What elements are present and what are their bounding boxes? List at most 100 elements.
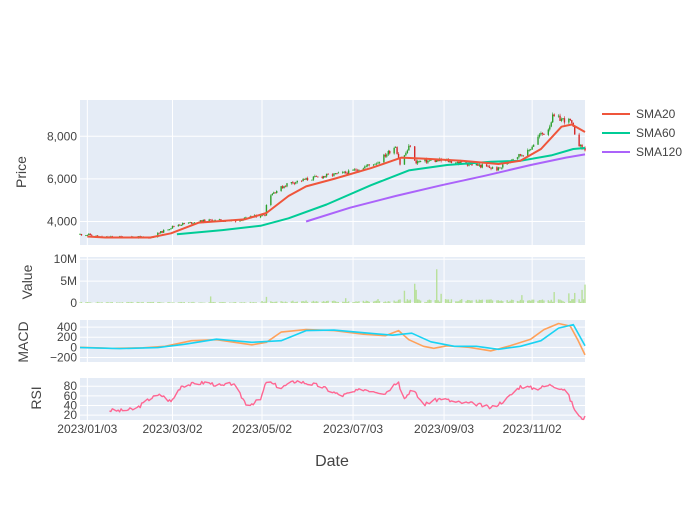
candle-body	[417, 161, 418, 163]
rsi-y-tick-label: 80	[64, 379, 78, 393]
candle-body	[540, 133, 541, 134]
volume-bar	[90, 302, 91, 303]
candle-body	[316, 176, 317, 177]
candle-body	[574, 127, 575, 135]
candle-body	[184, 223, 185, 224]
legend[interactable]: SMA20 SMA60 SMA120	[602, 107, 682, 159]
candle-body	[373, 165, 374, 166]
candle-body	[553, 114, 554, 116]
volume-bar	[367, 301, 368, 303]
volume-bar	[222, 302, 223, 303]
candle-body	[512, 159, 513, 160]
volume-bar	[266, 297, 267, 303]
volume-bar	[408, 300, 409, 303]
volume-bar	[263, 302, 264, 303]
volume-bar	[160, 302, 161, 303]
volume-bar	[192, 302, 193, 303]
volume-bar	[317, 302, 318, 303]
volume-bar	[581, 290, 582, 303]
macd-panel[interactable]: −2000200400 MACD	[15, 320, 585, 364]
candle-body	[562, 118, 563, 119]
volume-bar	[429, 300, 430, 303]
volume-bar	[219, 302, 220, 303]
candle-body	[181, 225, 182, 226]
volume-bar	[580, 302, 581, 303]
candle-body	[355, 169, 356, 170]
candle-body	[280, 186, 281, 191]
rsi-panel[interactable]: 20406080 RSI	[28, 378, 585, 422]
volume-axis-title: Value	[19, 264, 35, 299]
volume-bar	[455, 301, 456, 303]
volume-bar	[292, 301, 293, 303]
candle-body	[383, 155, 384, 163]
volume-bar	[465, 301, 466, 303]
legend-label-sma60: SMA60	[636, 126, 676, 140]
volume-bar	[147, 302, 148, 303]
volume-bar	[540, 300, 541, 303]
volume-bar	[549, 301, 550, 303]
candle-body	[295, 182, 296, 184]
candle-body	[335, 173, 336, 174]
volume-bar	[285, 302, 286, 303]
volume-bar	[418, 300, 419, 303]
legend-item-sma120[interactable]: SMA120	[602, 145, 682, 159]
volume-bar	[486, 300, 487, 303]
volume-bar	[573, 299, 574, 303]
volume-bar	[235, 302, 236, 303]
volume-panel[interactable]: 05M10M Value	[19, 252, 586, 310]
price-panel[interactable]: 4,0006,0008,000 Price	[13, 100, 586, 245]
volume-bar	[316, 301, 317, 303]
candle-body	[543, 134, 544, 135]
candle-body	[408, 146, 409, 151]
legend-label-sma120: SMA120	[636, 145, 682, 159]
candle-body	[430, 160, 431, 161]
candle-body	[282, 186, 283, 188]
volume-bar	[150, 302, 151, 303]
candle-body	[580, 145, 581, 146]
candle-body	[518, 154, 519, 157]
volume-bar	[570, 301, 571, 303]
volume-bar	[451, 299, 452, 303]
volume-bar	[499, 301, 500, 303]
candle-body	[345, 172, 346, 173]
candle-body	[496, 167, 497, 170]
volume-bar	[395, 302, 396, 303]
volume-bar	[373, 302, 374, 303]
volume-bar	[225, 302, 226, 303]
candle-body	[307, 178, 308, 180]
candle-body	[210, 219, 211, 220]
candle-body	[172, 226, 173, 228]
volume-bar	[508, 302, 509, 303]
volume-bar	[98, 302, 99, 303]
candle-body	[530, 149, 531, 150]
legend-item-sma20[interactable]: SMA20	[602, 107, 676, 121]
volume-bar	[517, 301, 518, 303]
volume-bar	[460, 300, 461, 303]
legend-item-sma60[interactable]: SMA60	[602, 126, 676, 140]
volume-bar	[270, 301, 271, 303]
volume-bar	[213, 302, 214, 303]
volume-bar	[374, 301, 375, 303]
candle-body	[379, 162, 380, 163]
candle-body	[314, 176, 315, 177]
volume-bar	[313, 301, 314, 303]
volume-bar	[388, 301, 389, 303]
candle-body	[482, 164, 483, 167]
volume-bar	[427, 300, 428, 303]
price-axis-title: Price	[13, 156, 29, 188]
volume-bar	[574, 293, 575, 303]
candle-body	[531, 147, 532, 150]
candle-body	[317, 177, 318, 178]
candle-body	[191, 222, 192, 223]
volume-bar	[116, 302, 117, 303]
volume-bar	[506, 300, 507, 303]
volume-bar	[126, 302, 127, 303]
volume-bar	[191, 302, 192, 303]
volume-bar	[399, 299, 400, 303]
candle-body	[570, 119, 571, 120]
volume-bar	[336, 302, 337, 303]
candle-body	[342, 172, 343, 173]
volume-bar	[448, 299, 449, 303]
candle-body	[377, 163, 378, 164]
candle-body	[520, 154, 521, 156]
